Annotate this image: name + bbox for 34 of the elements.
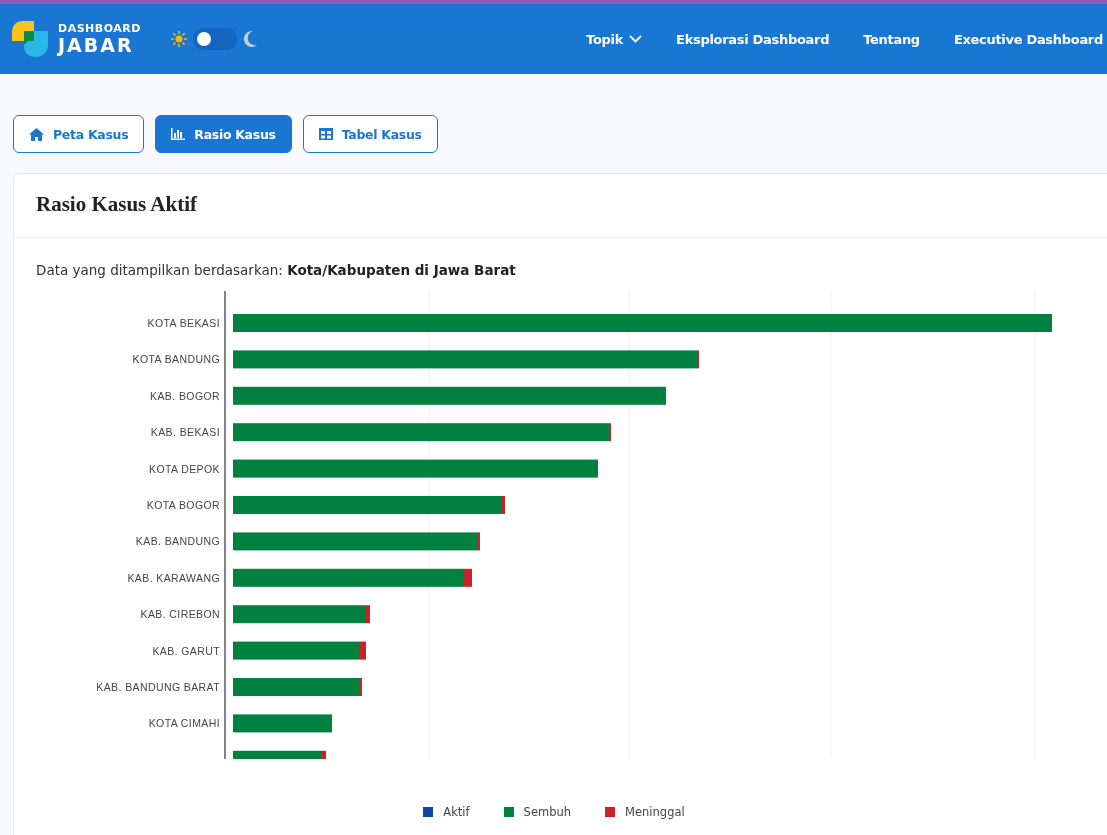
category-label: KOTA CIMAHI	[148, 717, 220, 730]
card-title: Rasio Kasus Aktif	[36, 192, 198, 217]
moon-icon	[242, 31, 257, 47]
legend-label: Sembuh	[523, 805, 572, 819]
nav-link[interactable]: Executive Dashboard	[919, 31, 1107, 47]
chevron-down-icon	[629, 35, 643, 43]
category-label: KOTA DEPOK	[149, 462, 220, 475]
category-label: KAB. KARAWANG	[127, 571, 220, 584]
category-label: KAB. BANDUNG BARAT	[96, 681, 220, 693]
logo-text: JABAR	[58, 36, 135, 55]
sun-icon	[170, 31, 187, 47]
nav-link[interactable]: Tentang	[829, 31, 920, 47]
nav-link[interactable]: Eksplorasi Dashboard	[642, 31, 830, 47]
category-label: KAB. BOGOR	[150, 389, 220, 402]
logo-icon	[12, 21, 50, 57]
legend-label: Meninggal	[625, 805, 685, 819]
tab[interactable]: Peta Kasus	[13, 115, 145, 153]
logo-text: DASHBOARD	[58, 23, 141, 34]
category-label: KOTA BOGOR	[146, 499, 220, 511]
category-label: KAB. BEKASI	[150, 426, 220, 439]
subtitle: Data yang ditampilkan berdasarkan: Kota/Kabupaten di Jawa Barat	[35, 261, 517, 278]
category-label: KAB. BANDUNG	[135, 535, 220, 548]
category-label: KAB. CIREBON	[140, 608, 220, 621]
category-label: KOTA BANDUNG	[132, 353, 220, 366]
category-label: KOTA BEKASI	[147, 317, 220, 329]
home-icon	[29, 127, 44, 141]
table-icon	[318, 128, 333, 140]
bar-chart-icon	[171, 128, 186, 140]
tab[interactable]: Tabel Kasus	[302, 115, 438, 153]
category-label: KAB. GARUT	[152, 644, 220, 657]
tab[interactable]: Rasio Kasus	[155, 115, 292, 153]
nav-link[interactable]: Topik	[552, 31, 643, 47]
legend-label: Aktif	[443, 805, 470, 819]
theme-toggle[interactable]	[192, 28, 237, 50]
